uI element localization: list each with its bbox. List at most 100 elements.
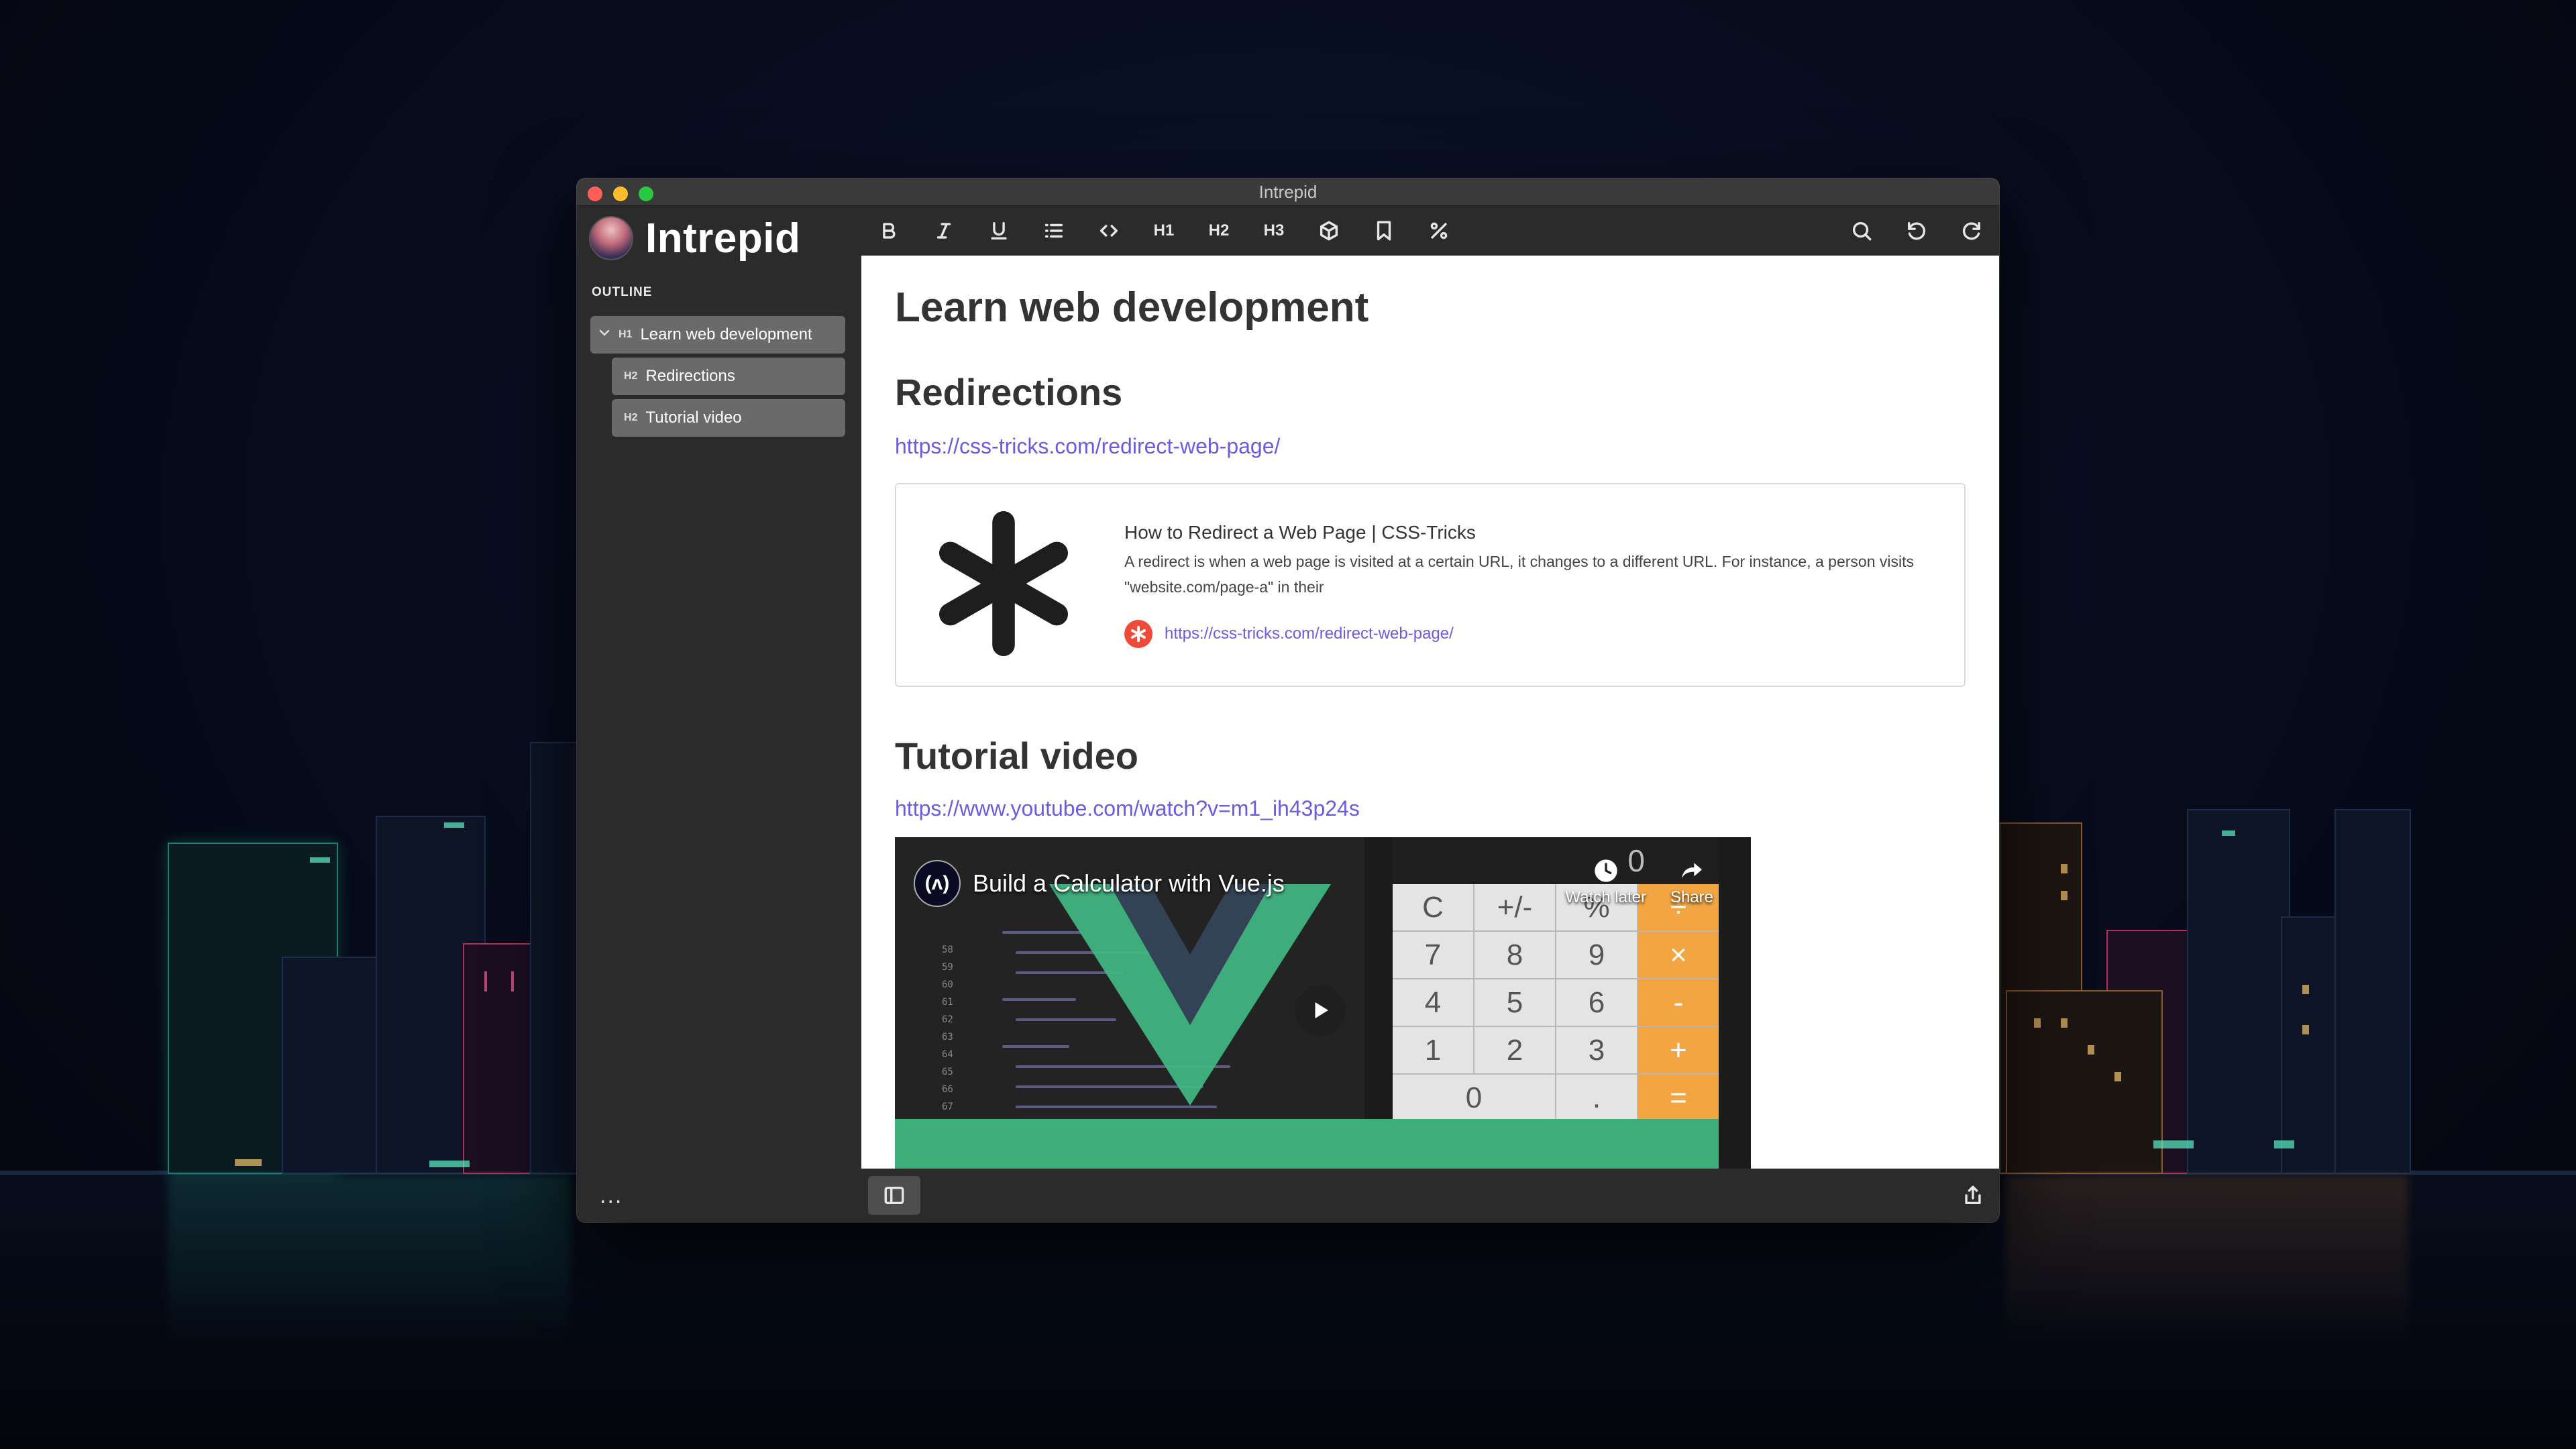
wallpaper-window — [2222, 830, 2235, 836]
undo-button[interactable] — [1889, 211, 1944, 251]
outline-item-label: Learn web development — [640, 325, 812, 343]
share-button[interactable]: Share — [1670, 857, 1713, 907]
minimize-button[interactable] — [613, 186, 628, 201]
wallpaper-building — [530, 742, 580, 1174]
wallpaper-reflection — [168, 1175, 570, 1350]
calc-key: - — [1638, 979, 1719, 1026]
share-export-button[interactable] — [1947, 1176, 1999, 1215]
toggle-sidebar-button[interactable] — [868, 1176, 920, 1215]
undo-icon — [1907, 221, 1926, 240]
wallpaper-window — [2114, 1072, 2121, 1081]
link-preview-url[interactable]: https://css-tricks.com/redirect-web-page… — [1165, 625, 1454, 643]
calc-key: 0 — [1393, 1075, 1555, 1121]
outline-item-level: H2 — [624, 370, 638, 382]
wallpaper-light — [2153, 1140, 2194, 1148]
calc-key: C — [1393, 884, 1473, 930]
calc-key: + — [1638, 1027, 1719, 1073]
heading-2-button[interactable]: H2 — [1191, 211, 1246, 251]
bookmark-button[interactable] — [1356, 211, 1411, 251]
calc-key: 1 — [1393, 1027, 1473, 1073]
asterisk-icon — [939, 511, 1068, 656]
watch-later-button[interactable]: Watch later — [1565, 857, 1646, 907]
formatting-toolbar: H1 H2 H3 — [861, 206, 1999, 256]
italic-icon — [936, 223, 951, 239]
wallpaper-window — [310, 857, 330, 863]
bottom-bar — [861, 1169, 1999, 1222]
brand: Intrepid — [577, 206, 859, 270]
link-preview-text: How to Redirect a Web Page | CSS-Tricks … — [1124, 522, 1951, 648]
maximize-button[interactable] — [639, 186, 653, 201]
outline-list: H1 Learn web development H2 Redirections… — [577, 316, 859, 437]
search-icon — [1852, 221, 1872, 241]
outline-item-level: H1 — [619, 329, 633, 340]
chevron-down-icon[interactable] — [598, 327, 610, 343]
wallpaper-window — [484, 971, 487, 991]
outline-item-tutorial-video[interactable]: H2 Tutorial video — [612, 399, 845, 437]
calc-key: 9 — [1556, 932, 1637, 978]
search-button[interactable] — [1834, 211, 1889, 251]
outline-item-label: Redirections — [645, 367, 735, 385]
heading-3-label: H3 — [1263, 221, 1285, 239]
list-button[interactable] — [1026, 211, 1081, 251]
wallpaper-window — [2034, 1018, 2041, 1028]
outline-item-redirections[interactable]: H2 Redirections — [612, 358, 845, 395]
app-name: Intrepid — [645, 215, 801, 262]
outline-item-learn-web-development[interactable]: H1 Learn web development — [590, 316, 845, 354]
calc-key: = — [1638, 1075, 1719, 1121]
calc-key: . — [1556, 1075, 1637, 1121]
share-icon — [1965, 1185, 1981, 1205]
play-button[interactable] — [1295, 985, 1346, 1036]
outline-item-label: Tutorial video — [645, 409, 742, 427]
code-button[interactable] — [1081, 211, 1136, 251]
wallpaper-window — [2302, 1025, 2309, 1034]
bold-icon — [883, 223, 896, 239]
clock-icon — [1595, 859, 1617, 882]
wallpaper-window — [2061, 1018, 2068, 1028]
link-preview-title: How to Redirect a Web Page | CSS-Tricks — [1124, 522, 1476, 543]
embed-button[interactable] — [1301, 211, 1356, 251]
redirections-link[interactable]: https://css-tricks.com/redirect-web-page… — [895, 434, 1966, 459]
bold-button[interactable] — [861, 211, 916, 251]
line-number: 66 — [942, 1084, 953, 1095]
calc-key: 8 — [1474, 932, 1555, 978]
line-number: 58 — [942, 945, 953, 955]
list-icon — [1044, 223, 1063, 238]
redo-icon — [1962, 221, 1981, 240]
more-options-button[interactable]: ... — [600, 1183, 623, 1209]
heading-3-button[interactable]: H3 — [1246, 211, 1301, 251]
redo-button[interactable] — [1944, 211, 1999, 251]
calc-key: × — [1638, 932, 1719, 978]
window-title: Intrepid — [1258, 181, 1318, 202]
percent-button[interactable] — [1411, 211, 1466, 251]
close-button[interactable] — [588, 186, 602, 201]
wallpaper-light — [429, 1161, 470, 1167]
wallpaper-building — [2006, 990, 2163, 1174]
calc-key: 7 — [1393, 932, 1473, 978]
underline-button[interactable] — [971, 211, 1026, 251]
wallpaper-window — [444, 822, 464, 828]
video-title-bar: (ʌ) Build a Calculator with Vue.js — [914, 860, 1285, 907]
video-link[interactable]: https://www.youtube.com/watch?v=m1_ih43p… — [895, 796, 1966, 821]
line-number: 62 — [942, 1014, 953, 1025]
wallpaper-light — [2274, 1140, 2294, 1148]
video-title[interactable]: Build a Calculator with Vue.js — [973, 869, 1285, 898]
youtube-embed[interactable]: 58 59 60 61 62 63 64 65 66 67 0 C +/- % … — [895, 837, 1751, 1169]
code-icon — [1099, 225, 1118, 237]
play-icon — [1315, 1002, 1328, 1018]
window-controls — [588, 186, 653, 201]
sidebar-icon — [884, 1186, 904, 1205]
outline-item-level: H2 — [624, 412, 638, 423]
calc-key: 3 — [1556, 1027, 1637, 1073]
calc-key: 5 — [1474, 979, 1555, 1026]
sidebar: Intrepid OUTLINE H1 Learn web developmen… — [577, 206, 859, 1222]
link-preview-card[interactable]: How to Redirect a Web Page | CSS-Tricks … — [895, 483, 1966, 687]
italic-button[interactable] — [916, 211, 971, 251]
heading-1-button[interactable]: H1 — [1136, 211, 1191, 251]
heading-2-label: H2 — [1208, 221, 1230, 239]
channel-logo-icon[interactable]: (ʌ) — [914, 860, 961, 907]
line-number: 64 — [942, 1049, 953, 1060]
title-bar[interactable]: Intrepid — [577, 178, 1999, 206]
heading-1-label: H1 — [1153, 221, 1175, 239]
editor[interactable]: Learn web development Redirections https… — [861, 256, 1999, 1169]
line-number: 60 — [942, 979, 953, 990]
